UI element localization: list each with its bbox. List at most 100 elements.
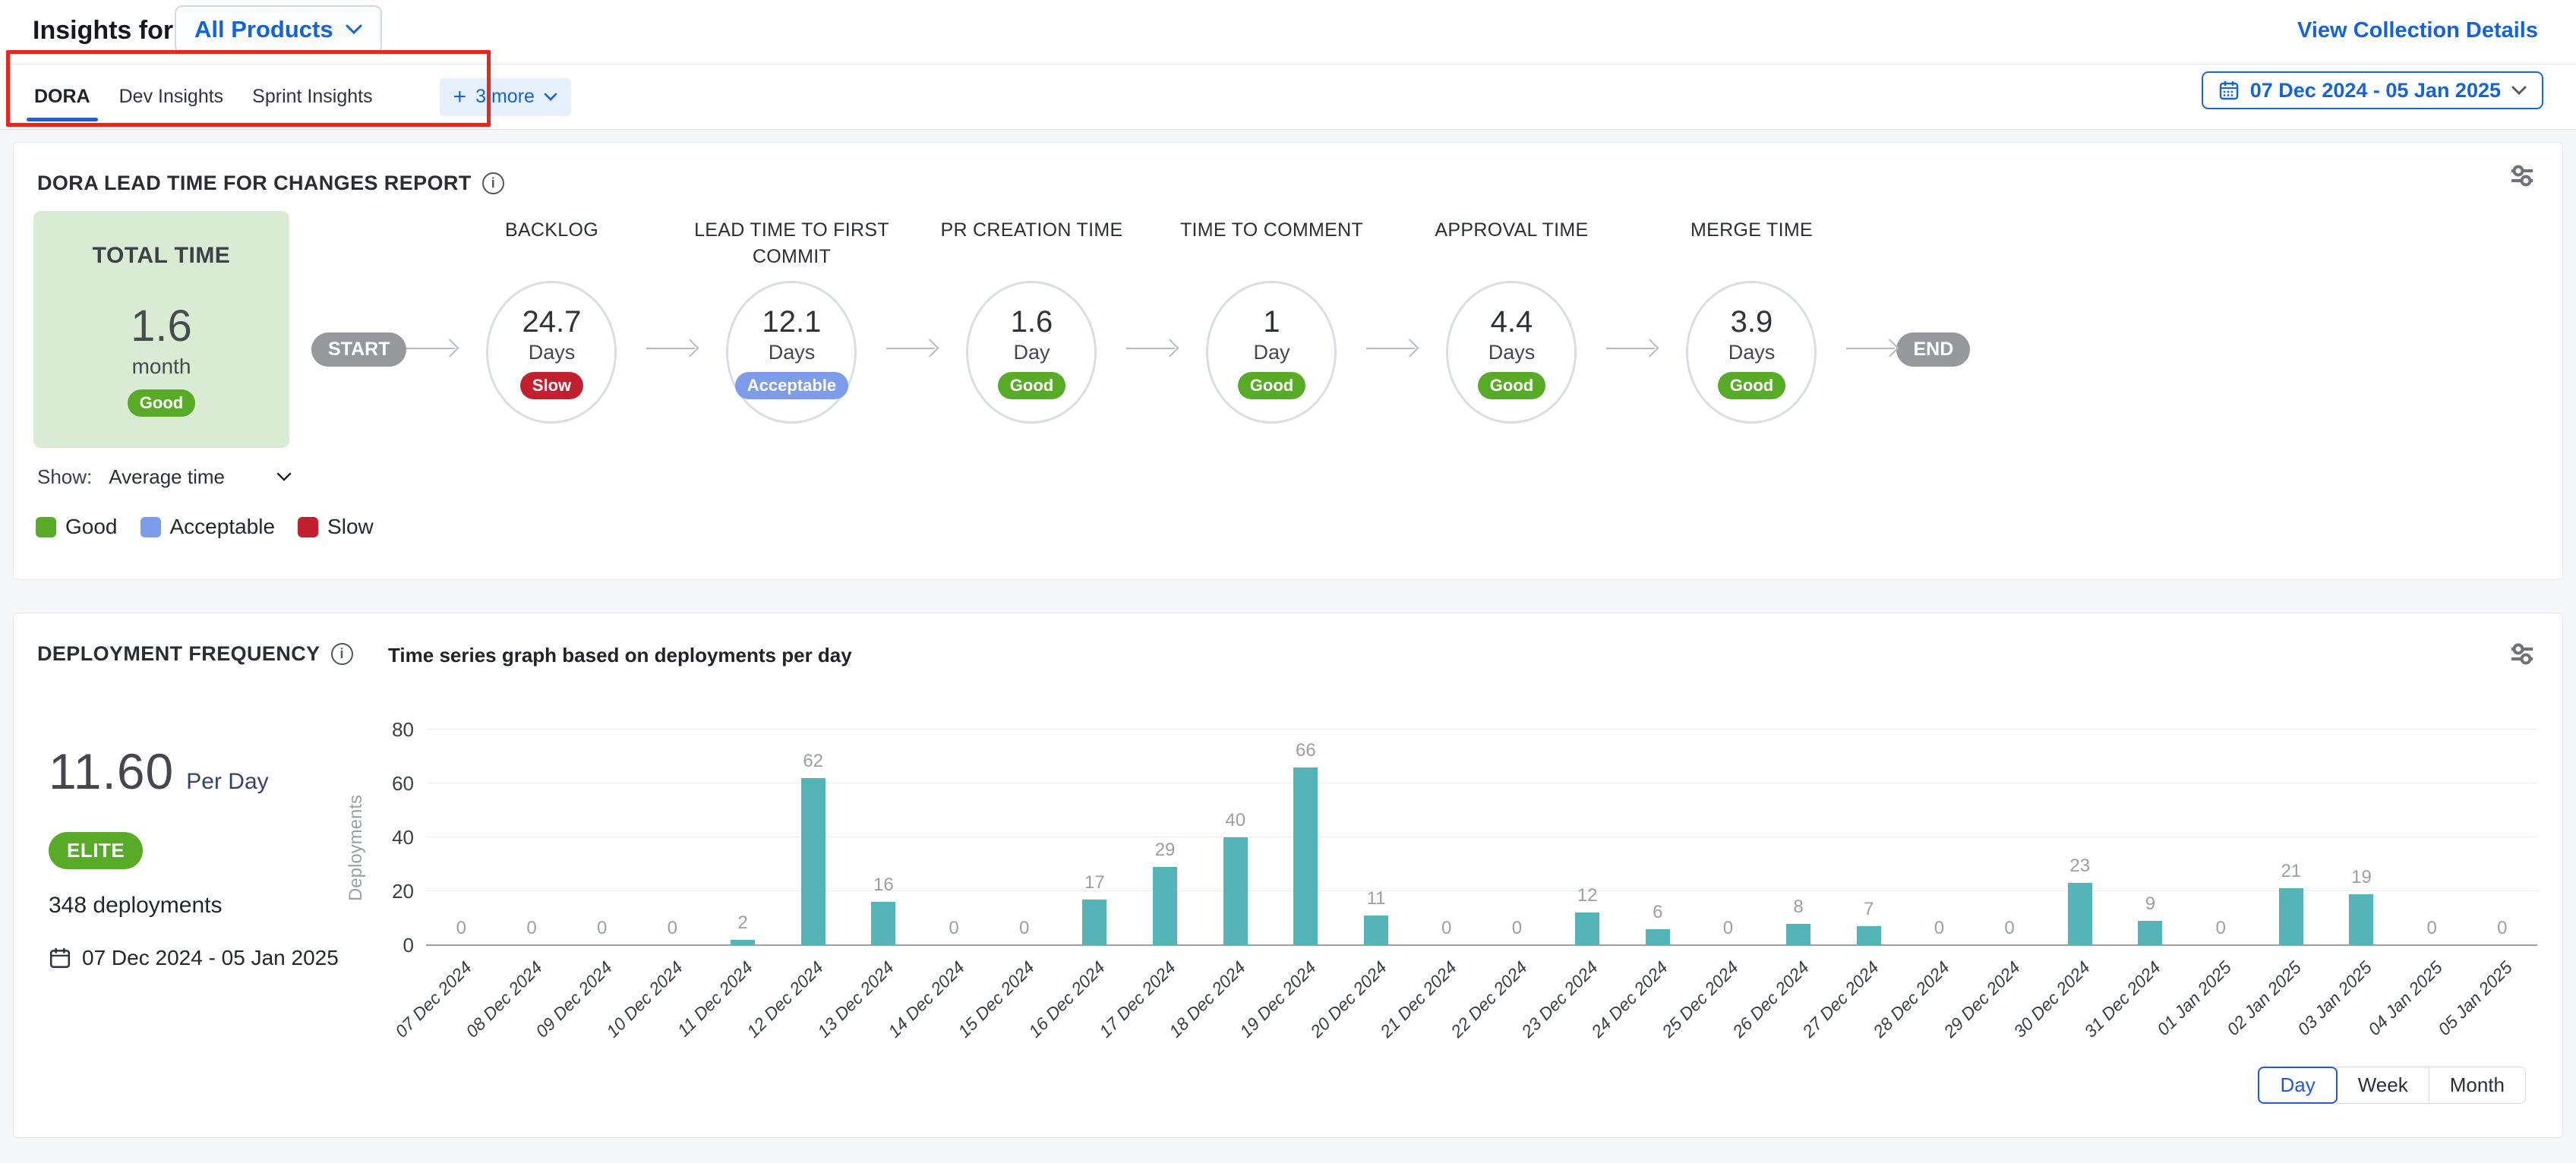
stage-time-to-comment: TIME TO COMMENT1DayGood <box>1176 217 1366 424</box>
bar-value-label: 0 <box>2426 918 2436 939</box>
stage-value: 4.4 <box>1491 305 1533 339</box>
deployment-bar[interactable] <box>1293 767 1318 945</box>
deployment-bar[interactable] <box>801 778 826 945</box>
deployment-bar[interactable] <box>871 902 895 945</box>
x-axis-tick-label: 01 Jan 2025 <box>2153 957 2236 1040</box>
arrow-head <box>921 339 939 357</box>
flow-arrow <box>1366 339 1416 358</box>
chart-settings-icon[interactable] <box>2508 162 2537 188</box>
stage-unit: Day <box>1013 341 1050 364</box>
stage-name: PR CREATION TIME <box>929 217 1134 281</box>
deployment-bar[interactable] <box>2068 883 2092 945</box>
stage-name: BACKLOG <box>449 217 654 281</box>
deployments-bar-chart: Deployments 020406080007 Dec 2024008 Dec… <box>426 730 2537 945</box>
tab-label: DORA <box>34 86 90 108</box>
stage-name: MERGE TIME <box>1649 217 1854 281</box>
bar-value-label: 0 <box>1934 918 1944 939</box>
bar-slot: 009 Dec 2024 <box>567 730 637 945</box>
bar-value-label: 8 <box>1793 897 1803 918</box>
bar-value-label: 0 <box>1441 918 1451 939</box>
bar-slot: 021 Dec 2024 <box>1411 730 1482 945</box>
stage-circle: 1.6DayGood <box>966 281 1097 424</box>
stage-unit: Days <box>1488 341 1536 364</box>
bar-value-label: 7 <box>1864 899 1874 920</box>
bar-value-label: 40 <box>1225 810 1245 831</box>
lead-time-card: DORA LEAD TIME FOR CHANGES REPORT i TOTA… <box>13 142 2563 580</box>
bar-slot: 727 Dec 2024 <box>1833 730 1904 945</box>
stage-value: 12.1 <box>762 305 822 339</box>
bar-slot: 1716 Dec 2024 <box>1059 730 1130 945</box>
tab-label: Sprint Insights <box>252 86 372 108</box>
more-tabs-dropdown[interactable]: +3 more <box>440 78 571 116</box>
flow-arrow <box>1606 339 1656 358</box>
stage-status-badge: Good <box>1718 372 1785 399</box>
deployment-bar[interactable] <box>1082 900 1106 945</box>
legend-swatch <box>140 517 161 537</box>
granularity-month-button[interactable]: Month <box>2429 1067 2526 1104</box>
total-time-status-badge: Good <box>128 389 195 417</box>
tab-dora[interactable]: DORA <box>33 65 92 129</box>
arrow-head <box>1401 339 1419 357</box>
deployment-bar[interactable] <box>2279 888 2303 945</box>
stage-value: 3.9 <box>1731 305 1773 339</box>
deployment-bar[interactable] <box>2138 921 2162 945</box>
bar-value-label: 0 <box>526 918 536 939</box>
deployment-card-title: DEPLOYMENT FREQUENCY <box>37 642 320 666</box>
granularity-toggle: DayWeekMonth <box>2258 1067 2526 1104</box>
active-tab-underline <box>27 118 98 121</box>
legend-swatch <box>298 517 318 537</box>
granularity-day-button[interactable]: Day <box>2258 1067 2337 1104</box>
date-range-picker[interactable]: 07 Dec 2024 - 05 Jan 2025 <box>2202 71 2543 109</box>
bar-value-label: 0 <box>1512 918 1522 939</box>
arrow-head <box>1641 339 1659 357</box>
arrow-head <box>1161 339 1179 357</box>
total-time-unit: month <box>132 355 191 379</box>
bar-value-label: 0 <box>2215 918 2225 939</box>
info-icon[interactable]: i <box>482 172 504 194</box>
deployment-bar[interactable] <box>1786 924 1810 945</box>
bar-slot: 001 Jan 2025 <box>2186 730 2256 945</box>
stage-status-badge: Good <box>1238 372 1305 399</box>
bar-slot: 6619 Dec 2024 <box>1271 730 1341 945</box>
bar-slot: 028 Dec 2024 <box>1904 730 1975 945</box>
stage-circle: 12.1DaysAcceptable <box>726 281 857 424</box>
info-icon[interactable]: i <box>331 643 353 665</box>
deployment-bar[interactable] <box>1646 929 1670 945</box>
page-title: Insights for <box>33 16 173 46</box>
deployment-bar[interactable] <box>1575 912 1599 945</box>
more-tabs-label: 3 more <box>475 86 535 108</box>
bar-slot: 826 Dec 2024 <box>1763 730 1834 945</box>
deployment-bar[interactable] <box>731 940 755 945</box>
bar-slot: 1120 Dec 2024 <box>1341 730 1412 945</box>
tab-sprint-insights[interactable]: Sprint Insights <box>251 65 374 129</box>
deployment-bar[interactable] <box>1857 926 1881 945</box>
bar-slot: 029 Dec 2024 <box>1975 730 2045 945</box>
flow-arrow <box>406 339 456 358</box>
bar-value-label: 0 <box>1019 918 1029 939</box>
deployment-bar[interactable] <box>1153 867 1177 945</box>
show-metric-select[interactable]: Show: Average time <box>37 465 292 489</box>
chart-title: Time series graph based on deployments p… <box>388 644 852 667</box>
deployment-bar[interactable] <box>2349 894 2373 945</box>
product-selector-dropdown[interactable]: All Products <box>175 5 382 54</box>
top-header-bar: Insights for All Products View Collectio… <box>0 0 2576 64</box>
stage-lead-time-to-first-commit: LEAD TIME TO FIRST COMMIT12.1DaysAccepta… <box>696 217 886 424</box>
deployment-bar[interactable] <box>1364 916 1388 945</box>
view-collection-details-link[interactable]: View Collection Details <box>2297 18 2538 43</box>
granularity-week-button[interactable]: Week <box>2337 1067 2429 1104</box>
stage-unit: Days <box>529 341 576 364</box>
deployment-bar[interactable] <box>1223 837 1248 945</box>
bar-slot: 624 Dec 2024 <box>1622 730 1693 945</box>
bar-slot: 931 Dec 2024 <box>2115 730 2186 945</box>
stats-date-range: 07 Dec 2024 - 05 Jan 2025 <box>49 946 339 970</box>
y-axis-label: Deployments <box>346 795 367 901</box>
stage-value: 1.6 <box>1011 305 1053 339</box>
tab-dev-insights[interactable]: Dev Insights <box>118 65 226 129</box>
stage-value: 24.7 <box>522 305 582 339</box>
chevron-down-icon <box>276 472 292 482</box>
chart-settings-icon[interactable] <box>2508 641 2537 667</box>
bar-value-label: 11 <box>1367 888 1386 909</box>
lead-time-card-title: DORA LEAD TIME FOR CHANGES REPORT <box>37 172 472 195</box>
x-axis-tick-label: 02 Jan 2025 <box>2223 957 2306 1040</box>
deployment-rate-unit: Per Day <box>186 769 268 795</box>
